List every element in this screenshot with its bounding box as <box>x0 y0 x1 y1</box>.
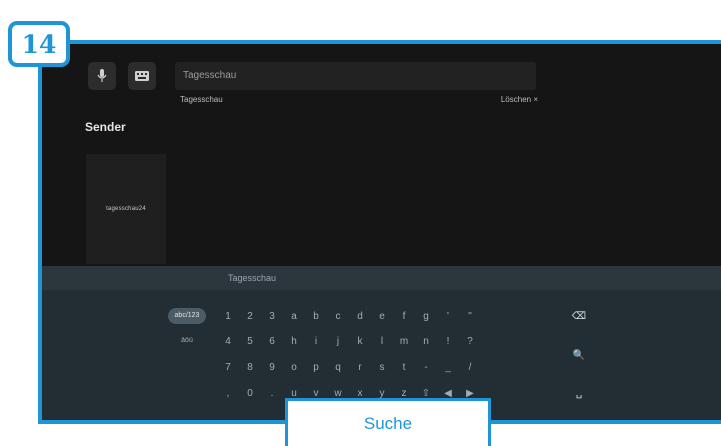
step-number-badge: 14 <box>8 21 70 67</box>
keyboard-key[interactable]: t <box>393 362 415 373</box>
keyboard-key[interactable]: 7 <box>217 362 239 373</box>
keyboard-button[interactable] <box>128 62 156 90</box>
channel-logo: tagesschau24 <box>106 206 146 212</box>
keyboard-key[interactable]: s <box>371 362 393 373</box>
keyboard-key[interactable]: n <box>415 336 437 347</box>
section-title-channels: Sender <box>85 120 126 134</box>
keyboard-key[interactable]: " <box>459 311 481 322</box>
keyboard-key[interactable]: b <box>305 311 327 322</box>
keyboard-key[interactable]: m <box>393 336 415 347</box>
keyboard-key[interactable]: 6 <box>261 336 283 347</box>
keyboard-key[interactable]: / <box>459 362 481 373</box>
keyboard-key[interactable]: p <box>305 362 327 373</box>
keyboard-key[interactable]: , <box>217 388 239 399</box>
keyboard-key[interactable]: c <box>327 311 349 322</box>
keyboard-key[interactable]: d <box>349 311 371 322</box>
clear-history-button[interactable]: Löschen × <box>501 95 538 104</box>
keyboard-space-key[interactable]: ␣ <box>568 388 590 399</box>
keyboard-key[interactable]: 1 <box>217 311 239 322</box>
keyboard-key[interactable]: e <box>371 311 393 322</box>
keyboard-key[interactable]: r <box>349 362 371 373</box>
keyboard-key[interactable]: 2 <box>239 311 261 322</box>
keyboard-key[interactable]: a <box>283 311 305 322</box>
keyboard-key[interactable]: ! <box>437 336 459 347</box>
onscreen-keyboard: Tagesschau abc/123 äöü 1 2 3 a b c d e f g ' " 4 5 6 h i j k… <box>42 266 721 420</box>
keyboard-backspace-key[interactable]: ⌫ <box>568 311 590 322</box>
keyboard-key[interactable]: j <box>327 336 349 347</box>
callout-label: Suche <box>285 398 491 446</box>
keyboard-key[interactable]: i <box>305 336 327 347</box>
keyboard-key[interactable]: f <box>393 311 415 322</box>
search-suggestion[interactable]: Tagesschau <box>180 95 223 104</box>
keyboard-key[interactable]: o <box>283 362 305 373</box>
keyboard-key[interactable]: _ <box>437 362 459 373</box>
search-screen: Tagesschau Tagesschau Löschen × Sender t… <box>42 44 721 420</box>
keyboard-key[interactable]: 0 <box>239 388 261 399</box>
keyboard-key[interactable]: g <box>415 311 437 322</box>
keyboard-key[interactable]: 4 <box>217 336 239 347</box>
voice-search-button[interactable] <box>88 62 116 90</box>
keyboard-key[interactable]: - <box>415 362 437 373</box>
keyboard-input-bar: Tagesschau <box>42 266 721 290</box>
keyboard-key[interactable]: 3 <box>261 311 283 322</box>
keyboard-icon <box>135 71 149 81</box>
keyboard-key[interactable]: h <box>283 336 305 347</box>
keyboard-key[interactable]: 8 <box>239 362 261 373</box>
keyboard-key[interactable]: q <box>327 362 349 373</box>
keyboard-mode-key[interactable]: äöü <box>168 333 206 349</box>
microphone-icon <box>97 69 107 82</box>
channel-card[interactable]: tagesschau24 <box>86 154 166 264</box>
keyboard-key[interactable]: ? <box>459 336 481 347</box>
keyboard-key[interactable]: 9 <box>261 362 283 373</box>
keyboard-key[interactable]: k <box>349 336 371 347</box>
keyboard-search-key[interactable]: 🔍 <box>568 350 590 361</box>
search-input[interactable]: Tagesschau <box>175 62 536 90</box>
keyboard-key[interactable]: ' <box>437 311 459 322</box>
keyboard-key[interactable]: l <box>371 336 393 347</box>
keyboard-mode-key[interactable]: abc/123 <box>168 308 206 324</box>
keyboard-key[interactable]: 5 <box>239 336 261 347</box>
keyboard-key[interactable]: . <box>261 388 283 399</box>
tv-screen-frame: Tagesschau Tagesschau Löschen × Sender t… <box>38 40 721 424</box>
keyboard-input-text: Tagesschau <box>228 273 277 283</box>
